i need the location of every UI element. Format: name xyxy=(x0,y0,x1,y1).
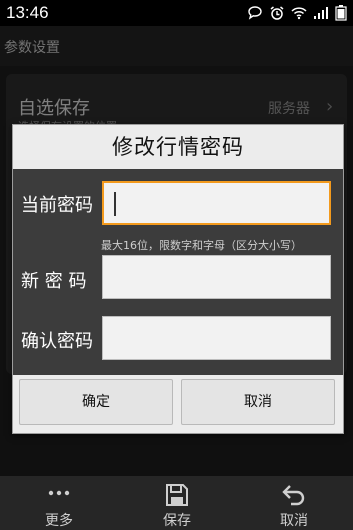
status-icons xyxy=(247,4,347,22)
current-password-label: 当前密码 xyxy=(21,195,93,216)
confirm-password-label: 确认密码 xyxy=(21,331,93,352)
change-password-dialog: 修改行情密码 当前密码 最大16位，限数字和字母（区分大小写） 新 密 码 确认… xyxy=(12,124,344,434)
bottom-toolbar: 更多 保存 取消 xyxy=(0,476,353,530)
confirm-password-input[interactable] xyxy=(102,316,331,360)
cancel-button[interactable]: 取消 xyxy=(181,379,335,425)
dialog-body: 当前密码 最大16位，限数字和字母（区分大小写） 新 密 码 确认密码 xyxy=(13,169,343,375)
dialog-button-row: 确定 取消 xyxy=(13,375,343,433)
toolbar-more-label: 更多 xyxy=(45,513,73,529)
toolbar-cancel-button[interactable]: 取消 xyxy=(235,476,353,530)
new-password-input[interactable] xyxy=(102,255,331,299)
toolbar-save-label: 保存 xyxy=(163,513,191,529)
save-icon xyxy=(164,482,190,512)
new-password-label: 新 密 码 xyxy=(21,271,87,292)
toolbar-save-button[interactable]: 保存 xyxy=(118,476,236,530)
current-password-input[interactable] xyxy=(102,181,331,225)
status-time: 13:46 xyxy=(6,3,49,22)
more-icon xyxy=(45,482,73,508)
chat-icon xyxy=(247,5,263,21)
toolbar-cancel-label: 取消 xyxy=(280,513,308,529)
dialog-title: 修改行情密码 xyxy=(13,125,343,169)
ok-button[interactable]: 确定 xyxy=(19,379,173,425)
text-caret xyxy=(114,192,116,216)
status-bar: 13:46 xyxy=(0,0,353,26)
wifi-icon xyxy=(291,6,307,20)
alarm-icon xyxy=(269,5,285,21)
signal-icon xyxy=(313,6,329,20)
password-hint: 最大16位，限数字和字母（区分大小写） xyxy=(101,239,302,252)
toolbar-more-button[interactable]: 更多 xyxy=(0,476,118,530)
battery-icon xyxy=(335,5,347,21)
undo-icon xyxy=(280,482,308,512)
